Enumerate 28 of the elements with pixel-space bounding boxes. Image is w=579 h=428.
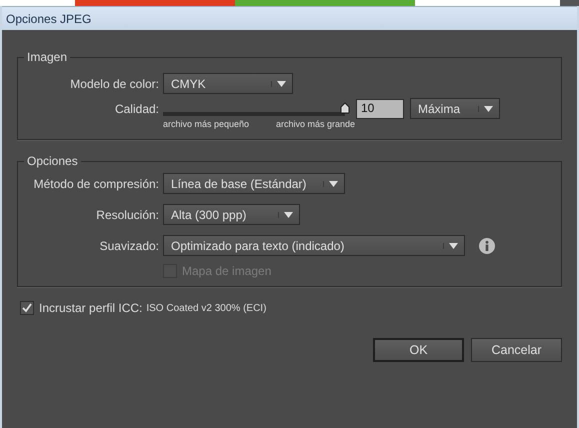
quality-input[interactable]: 10 [356, 98, 404, 118]
dialog-button[interactable]: OK [373, 338, 464, 362]
caret-icon [278, 212, 293, 218]
profile-name: ISO Coated v2 300% (ECI) [146, 302, 266, 314]
dialog-button[interactable]: Cancelar [471, 338, 562, 362]
dropdown[interactable]: Línea de base (Estándar) [163, 173, 345, 194]
slider-thumb[interactable] [340, 102, 350, 114]
dropdown[interactable]: Optimizado para texto (indicado) [163, 235, 465, 256]
slider-caption: archivo más pequeño [163, 119, 250, 129]
slider-caption: archivo más grande [276, 119, 355, 129]
window-title: Opciones JPEG [6, 12, 92, 26]
field-label: Calidad: [114, 102, 159, 116]
caret-icon [271, 80, 286, 86]
dropdown[interactable]: Alta (300 ppp) [163, 204, 300, 225]
field-label: Modelo de color: [69, 76, 159, 90]
field-label: Método de compresión: [32, 176, 159, 190]
group-title: Imagen [26, 50, 68, 64]
info-icon[interactable] [479, 238, 495, 254]
caret-icon [323, 180, 338, 186]
field-label: Resolución: [95, 208, 159, 222]
check-icon [21, 302, 33, 314]
caret-icon [478, 106, 493, 112]
caret-icon [443, 242, 458, 248]
field-label: Suavizado: [98, 238, 159, 252]
dropdown[interactable]: Máxima [410, 98, 500, 119]
group-title: Opciones [26, 154, 79, 168]
embed-icc-checkbox[interactable]: Incrustar perfil ICC: [20, 301, 142, 315]
dropdown[interactable]: CMYK [163, 73, 293, 94]
